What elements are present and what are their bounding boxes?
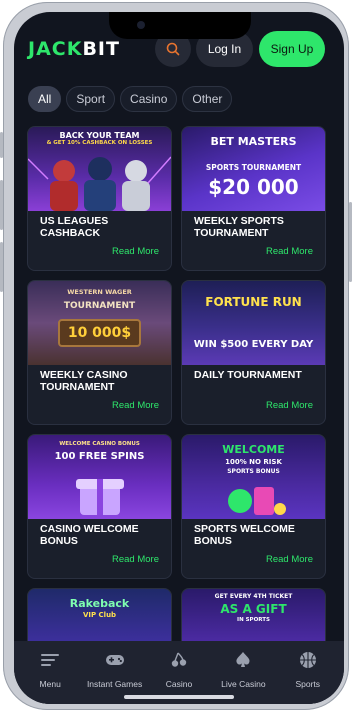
filter-sport[interactable]: Sport	[66, 86, 116, 112]
banner-subline: 100% NO RISK	[225, 458, 282, 466]
logo[interactable]: JACKBIT	[28, 38, 120, 60]
banner-prize: $20 000	[208, 175, 299, 199]
filter-other[interactable]: Other	[182, 86, 233, 112]
promo-banner: WESTERN WAGER TOURNAMENT 10 000$	[28, 281, 171, 365]
promo-card-casino-welcome[interactable]: WELCOME CASINO BONUS 100 FREE SPINS CASI…	[27, 434, 172, 579]
gamepad-icon	[105, 655, 124, 665]
search-icon	[166, 42, 180, 56]
nav-menu[interactable]: Menu	[19, 649, 81, 704]
banner-headline: BACK YOUR TEAM	[59, 131, 140, 140]
camera	[137, 21, 145, 29]
promo-banner: BACK YOUR TEAM & GET 10% CASHBACK ON LOS…	[28, 127, 171, 211]
promo-banner: WELCOME CASINO BONUS 100 FREE SPINS	[28, 435, 171, 519]
card-title: DAILY TOURNAMENT	[194, 369, 302, 381]
nav-sports[interactable]: Sports	[277, 649, 339, 704]
nav-label: Live Casino	[221, 679, 266, 689]
banner-headline: WESTERN WAGER	[67, 288, 132, 296]
ball-icon	[299, 652, 316, 668]
banner-headline: WELCOME	[222, 443, 285, 456]
nav-label: Menu	[39, 679, 61, 689]
notch	[109, 12, 251, 39]
banner-headline: BET MASTERS	[210, 135, 297, 148]
banner-subline: SPORTS TOURNAMENT	[205, 163, 302, 172]
filter-all[interactable]: All	[28, 86, 62, 112]
read-more-link[interactable]: Read More	[266, 246, 313, 257]
promo-banner: BET MASTERS SPORTS TOURNAMENT $20 000	[182, 127, 325, 211]
read-more-link[interactable]: Read More	[112, 246, 159, 257]
signup-button[interactable]: Sign Up	[259, 31, 325, 67]
promo-card-weekly-sports[interactable]: BET MASTERS SPORTS TOURNAMENT $20 000 WE…	[181, 126, 326, 271]
banner-subline: & GET 10% CASHBACK ON LOSSES	[46, 140, 153, 146]
athletes-illustration	[28, 156, 171, 211]
read-more-link[interactable]: Read More	[266, 400, 313, 411]
read-more-link[interactable]: Read More	[266, 554, 313, 565]
banner-headline: Rakeback	[69, 597, 130, 610]
filter-casino[interactable]: Casino	[120, 86, 178, 112]
banner-subline: VIP Club	[82, 611, 117, 619]
banner-subline: TOURNAMENT	[63, 301, 136, 311]
card-title: WEEKLY CASINO TOURNAMENT	[40, 369, 128, 393]
banner-headline: WELCOME CASINO BONUS	[59, 441, 140, 447]
filter-bar: All Sport Casino Other	[28, 86, 233, 112]
banner-prize: 10 000$	[67, 325, 132, 341]
promo-banner: FORTUNE RUN WIN $500 EVERY DAY	[182, 281, 325, 365]
promo-card-weekly-casino[interactable]: WESTERN WAGER TOURNAMENT 10 000$ WEEKLY …	[27, 280, 172, 425]
promo-banner: WELCOME 100% NO RISK SPORTS BONUS	[182, 435, 325, 519]
logo-right: BIT	[82, 38, 120, 60]
banner-subline-2: SPORTS BONUS	[227, 468, 280, 475]
volume-up-button	[0, 180, 3, 230]
promo-card-daily-tournament[interactable]: FORTUNE RUN WIN $500 EVERY DAY DAILY TOU…	[181, 280, 326, 425]
coins-illustration	[228, 487, 286, 515]
banner-subline-2: IN SPORTS	[237, 617, 270, 623]
gift-box-illustration	[76, 479, 124, 515]
logo-left: JACK	[28, 38, 83, 60]
promo-card-sports-welcome[interactable]: WELCOME 100% NO RISK SPORTS BONUS SPORTS…	[181, 434, 326, 579]
phone-frame: JACKBIT Log In Sign Up All Sport Casino …	[0, 2, 352, 710]
screen: JACKBIT Log In Sign Up All Sport Casino …	[14, 12, 344, 704]
promo-card-us-leagues[interactable]: BACK YOUR TEAM & GET 10% CASHBACK ON LOS…	[27, 126, 172, 271]
banner-subline: WIN $500 EVERY DAY	[193, 339, 314, 350]
banner-headline: FORTUNE RUN	[205, 295, 302, 309]
menu-icon	[41, 654, 60, 666]
card-title: WEEKLY SPORTS TOURNAMENT	[194, 215, 284, 239]
card-title: US LEAGUES CASHBACK	[40, 215, 109, 239]
nav-label: Casino	[165, 679, 193, 689]
home-indicator	[124, 695, 234, 699]
nav-label: Instant Games	[86, 679, 143, 689]
read-more-link[interactable]: Read More	[112, 400, 159, 411]
banner-subline: 100 FREE SPINS	[54, 451, 145, 462]
read-more-link[interactable]: Read More	[112, 554, 159, 565]
banner-subline: AS A GIFT	[220, 602, 287, 616]
card-title: SPORTS WELCOME BONUS	[194, 523, 295, 547]
nav-label: Sports	[295, 679, 321, 689]
spade-icon	[236, 652, 250, 667]
cherry-icon	[171, 652, 187, 667]
banner-headline: GET EVERY 4TH TICKET	[214, 593, 293, 600]
card-title: CASINO WELCOME BONUS	[40, 523, 139, 547]
mute-switch	[0, 132, 3, 158]
volume-down-button	[0, 242, 3, 292]
